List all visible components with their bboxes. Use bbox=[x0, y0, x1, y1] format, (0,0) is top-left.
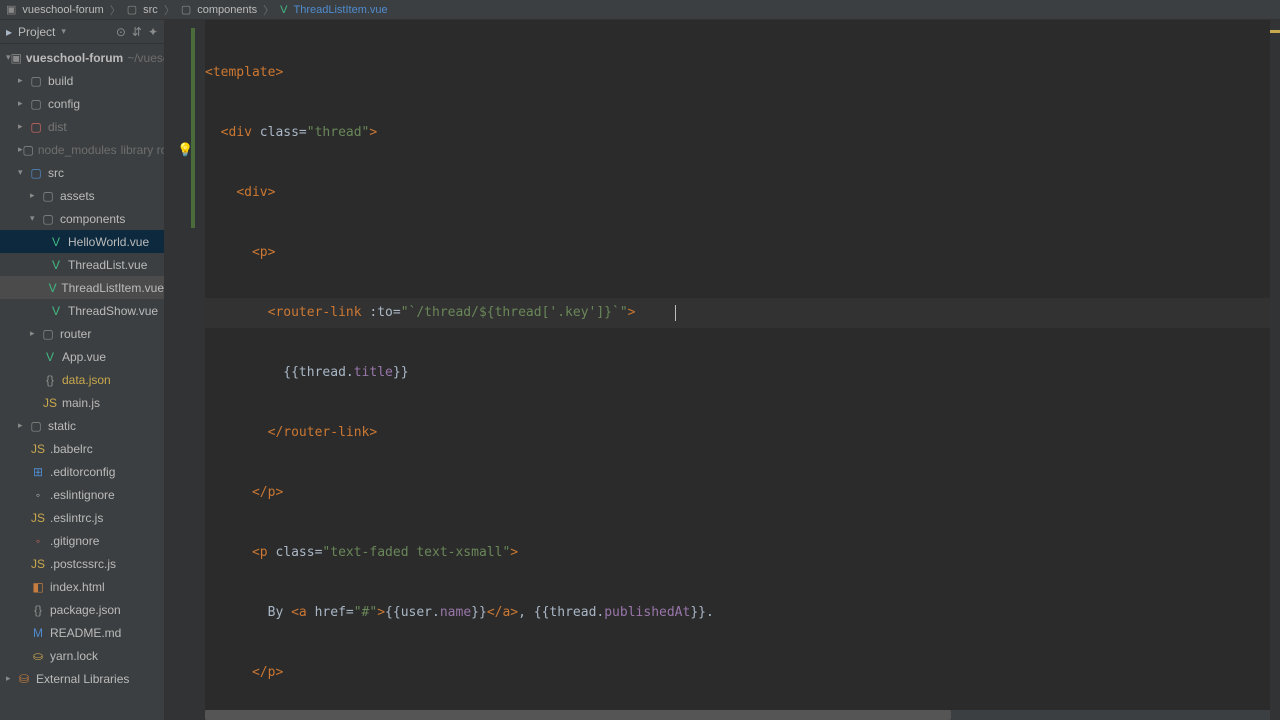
tree-dir-config[interactable]: ▸▢config bbox=[0, 92, 164, 115]
change-indicator bbox=[191, 28, 195, 228]
sidebar-header: ▸ Project ▾ ⊙ ⇵ ✦ bbox=[0, 20, 164, 44]
tree-dir-dist[interactable]: ▸▢dist bbox=[0, 115, 164, 138]
folder-icon: ▢ bbox=[181, 3, 191, 16]
tree-dir-assets[interactable]: ▸▢assets bbox=[0, 184, 164, 207]
tree-root[interactable]: ▾▣vueschool-forum~/vuesc bbox=[0, 46, 164, 69]
tree-file-appvue[interactable]: VApp.vue bbox=[0, 345, 164, 368]
dropdown-icon[interactable]: ▾ bbox=[61, 26, 66, 37]
file-tree[interactable]: ▾▣vueschool-forum~/vuesc ▸▢build ▸▢confi… bbox=[0, 44, 164, 720]
vue-icon: V bbox=[280, 4, 287, 16]
scrollbar-thumb[interactable] bbox=[205, 710, 951, 720]
tree-file-yarnlock[interactable]: ⛀yarn.lock bbox=[0, 644, 164, 667]
horizontal-scrollbar[interactable] bbox=[205, 710, 1270, 720]
project-sidebar: ▸ Project ▾ ⊙ ⇵ ✦ ▾▣vueschool-forum~/vue… bbox=[0, 20, 165, 720]
tree-file-babelrc[interactable]: JS.babelrc bbox=[0, 437, 164, 460]
tree-file-editorconfig[interactable]: ⊞.editorconfig bbox=[0, 460, 164, 483]
tree-file-eslintrc[interactable]: JS.eslintrc.js bbox=[0, 506, 164, 529]
chevron-right-icon: 〉 bbox=[164, 2, 175, 18]
tree-file-threadlist[interactable]: VThreadList.vue bbox=[0, 253, 164, 276]
tree-dir-src[interactable]: ▾▢src bbox=[0, 161, 164, 184]
collapse-icon[interactable]: ⇵ bbox=[132, 25, 142, 39]
project-dropdown-icon[interactable]: ▸ bbox=[6, 25, 12, 39]
folder-icon: ▣ bbox=[6, 3, 16, 16]
tree-dir-build[interactable]: ▸▢build bbox=[0, 69, 164, 92]
folder-icon: ▢ bbox=[127, 3, 137, 16]
breadcrumb-file[interactable]: ThreadListItem.vue bbox=[294, 4, 388, 16]
tree-file-mainjs[interactable]: JSmain.js bbox=[0, 391, 164, 414]
tree-file-eslintignore[interactable]: ◦.eslintignore bbox=[0, 483, 164, 506]
tree-dir-node-modules[interactable]: ▸▢node_moduleslibrary roo bbox=[0, 138, 164, 161]
tree-file-datajson[interactable]: {}data.json bbox=[0, 368, 164, 391]
editor-right-gutter[interactable] bbox=[1270, 20, 1280, 720]
breadcrumb-project[interactable]: vueschool-forum bbox=[22, 4, 103, 16]
intention-bulb-icon[interactable]: 💡 bbox=[177, 142, 193, 158]
tree-dir-router[interactable]: ▸▢router bbox=[0, 322, 164, 345]
tree-file-readme[interactable]: MREADME.md bbox=[0, 621, 164, 644]
tree-file-threadshow[interactable]: VThreadShow.vue bbox=[0, 299, 164, 322]
chevron-right-icon: 〉 bbox=[110, 2, 121, 18]
tree-file-gitignore[interactable]: ◦.gitignore bbox=[0, 529, 164, 552]
chevron-right-icon: 〉 bbox=[263, 2, 274, 18]
tree-dir-components[interactable]: ▾▢components bbox=[0, 207, 164, 230]
warning-marker[interactable] bbox=[1270, 30, 1280, 33]
breadcrumb-dir1[interactable]: src bbox=[143, 4, 158, 16]
breadcrumb: ▣ vueschool-forum 〉 ▢ src 〉 ▢ components… bbox=[0, 0, 1280, 20]
code-editor[interactable]: 💡 <template> <div class="thread"> <div> … bbox=[165, 20, 1280, 720]
settings-icon[interactable]: ✦ bbox=[148, 25, 158, 39]
tree-external-libs[interactable]: ▸⛁External Libraries bbox=[0, 667, 164, 690]
tree-file-postcssrc[interactable]: JS.postcssrc.js bbox=[0, 552, 164, 575]
tree-dir-static[interactable]: ▸▢static bbox=[0, 414, 164, 437]
sidebar-title[interactable]: Project bbox=[18, 25, 55, 39]
tree-file-indexhtml[interactable]: ◧index.html bbox=[0, 575, 164, 598]
tree-file-threadlistitem[interactable]: VThreadListItem.vue bbox=[0, 276, 164, 299]
tree-file-packagejson[interactable]: {}package.json bbox=[0, 598, 164, 621]
text-cursor bbox=[675, 305, 676, 321]
target-icon[interactable]: ⊙ bbox=[116, 25, 126, 39]
tree-file-helloworld[interactable]: VHelloWorld.vue bbox=[0, 230, 164, 253]
editor-gutter: 💡 bbox=[165, 20, 205, 720]
breadcrumb-dir2[interactable]: components bbox=[197, 4, 257, 16]
